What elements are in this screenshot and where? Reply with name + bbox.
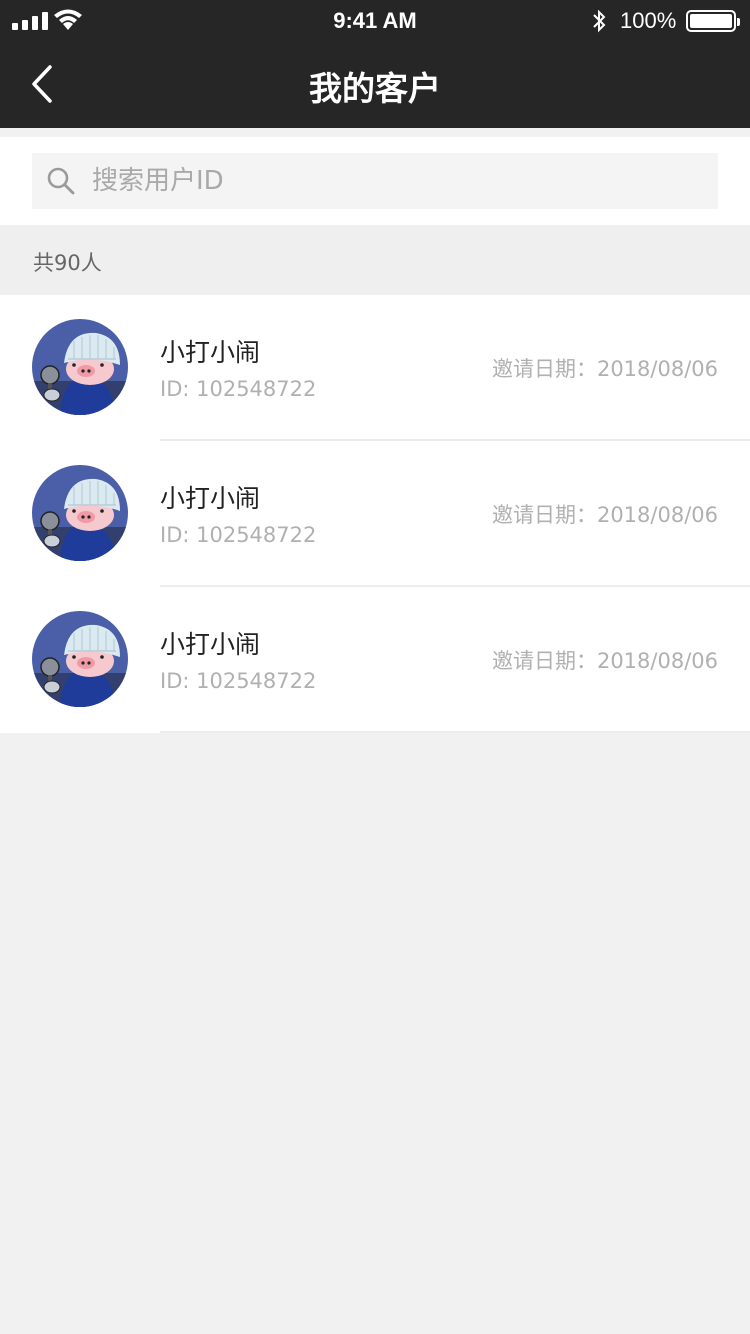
customer-list: 小打小闹 ID: 102548722 邀请日期：2018/08/06 小打小闹 … xyxy=(0,295,750,733)
pig-avatar-icon xyxy=(32,611,128,707)
header: 9:41 AM 100% 我的客户 xyxy=(0,0,750,128)
pig-avatar-icon xyxy=(32,465,128,561)
customer-name: 小打小闹 xyxy=(160,484,261,513)
invite-date-value: 2018/08/06 xyxy=(596,503,718,527)
customer-count: 共90人 xyxy=(33,251,102,275)
search-icon xyxy=(47,167,75,195)
customer-row[interactable]: 小打小闹 ID: 102548722 邀请日期：2018/08/06 xyxy=(0,587,750,733)
customer-id: ID: 102548722 xyxy=(160,669,317,693)
battery-icon xyxy=(686,10,740,32)
row-divider xyxy=(160,731,750,733)
invite-date-label: 邀请日期： xyxy=(491,357,597,381)
customer-id: ID: 102548722 xyxy=(160,523,317,547)
avatar xyxy=(32,465,128,561)
invite-date-value: 2018/08/06 xyxy=(596,357,718,381)
avatar xyxy=(32,319,128,415)
customer-name: 小打小闹 xyxy=(160,630,261,659)
bluetooth-icon xyxy=(593,9,606,33)
customer-id: ID: 102548722 xyxy=(160,377,317,401)
search-section xyxy=(0,137,750,225)
invite-date-label: 邀请日期： xyxy=(491,649,597,673)
customer-name: 小打小闹 xyxy=(160,338,261,367)
invite-date: 邀请日期：2018/08/06 xyxy=(492,645,718,675)
count-bar: 共90人 xyxy=(0,225,750,295)
invite-date-label: 邀请日期： xyxy=(491,503,597,527)
page-title: 我的客户 xyxy=(309,69,441,108)
status-bar: 9:41 AM 100% xyxy=(0,0,750,42)
customer-row[interactable]: 小打小闹 ID: 102548722 邀请日期：2018/08/06 xyxy=(0,295,750,441)
search-box[interactable] xyxy=(32,153,718,209)
invite-date: 邀请日期：2018/08/06 xyxy=(492,353,718,383)
search-input[interactable] xyxy=(90,165,690,197)
battery-percentage: 100% xyxy=(620,8,677,33)
invite-date: 邀请日期：2018/08/06 xyxy=(492,499,718,529)
customer-row[interactable]: 小打小闹 ID: 102548722 邀请日期：2018/08/06 xyxy=(0,441,750,587)
pig-avatar-icon xyxy=(32,319,128,415)
avatar xyxy=(32,611,128,707)
invite-date-value: 2018/08/06 xyxy=(596,649,718,673)
